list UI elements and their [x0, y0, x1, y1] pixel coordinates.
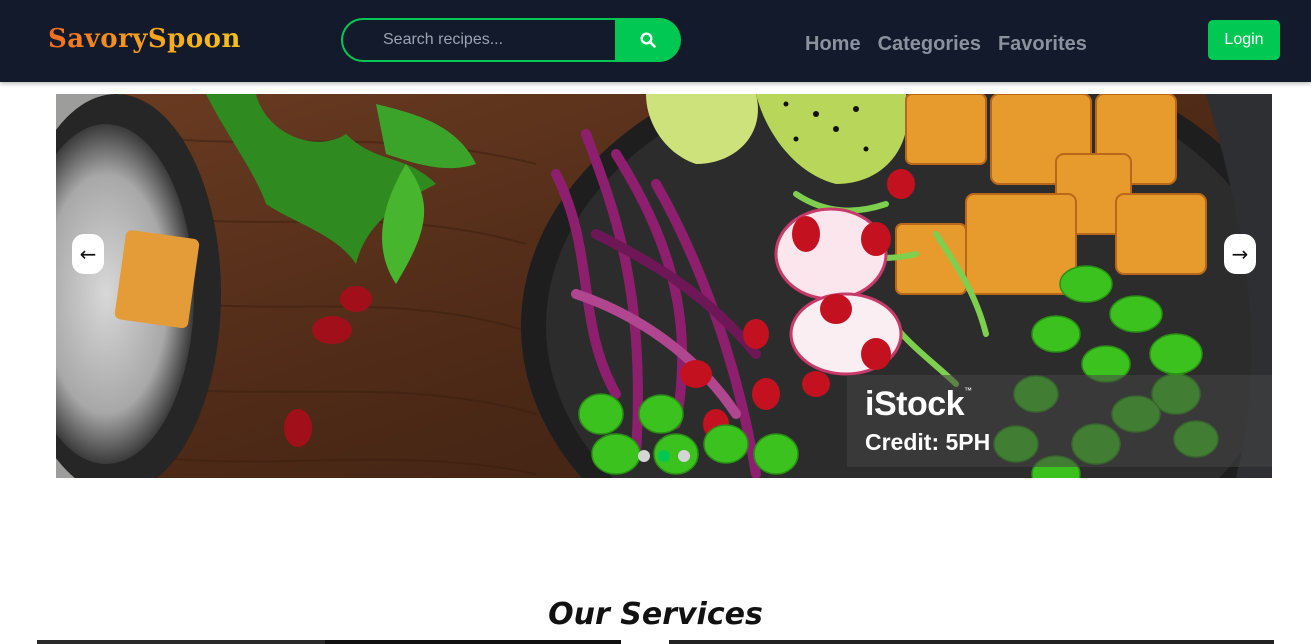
login-button[interactable]: Login: [1208, 20, 1280, 60]
search-bar: [341, 18, 681, 62]
search-button[interactable]: [615, 18, 681, 62]
istock-watermark: iStock™ Credit: 5PH: [847, 375, 1272, 467]
service-card-3-top: [669, 640, 1274, 644]
carousel-prev-button[interactable]: ←: [72, 234, 104, 274]
nav-link-categories[interactable]: Categories: [878, 32, 981, 56]
navbar: SavorySpoon Home Categories Favorites Lo…: [0, 0, 1311, 82]
carousel-dot-3[interactable]: [678, 450, 690, 462]
main-nav: Home Categories Favorites: [805, 32, 1087, 56]
carousel-dot-1[interactable]: [638, 450, 650, 462]
carousel-indicators: [638, 450, 690, 462]
carousel-dot-2[interactable]: [658, 450, 670, 462]
carousel-next-button[interactable]: →: [1224, 234, 1256, 274]
service-card-2-top: [325, 640, 621, 644]
search-input[interactable]: [341, 18, 621, 62]
watermark-brand: iStock™: [865, 385, 972, 423]
watermark-credit: Credit: 5PH: [865, 429, 991, 455]
nav-link-favorites[interactable]: Favorites: [998, 32, 1087, 56]
hero-carousel: ← → iStock™ Credit: 5PH: [56, 94, 1272, 478]
search-icon: [640, 32, 656, 48]
site-logo[interactable]: SavorySpoon: [48, 24, 241, 54]
services-heading: Our Services: [548, 597, 763, 632]
nav-link-home[interactable]: Home: [805, 32, 861, 56]
service-card-1-top: [37, 640, 325, 644]
